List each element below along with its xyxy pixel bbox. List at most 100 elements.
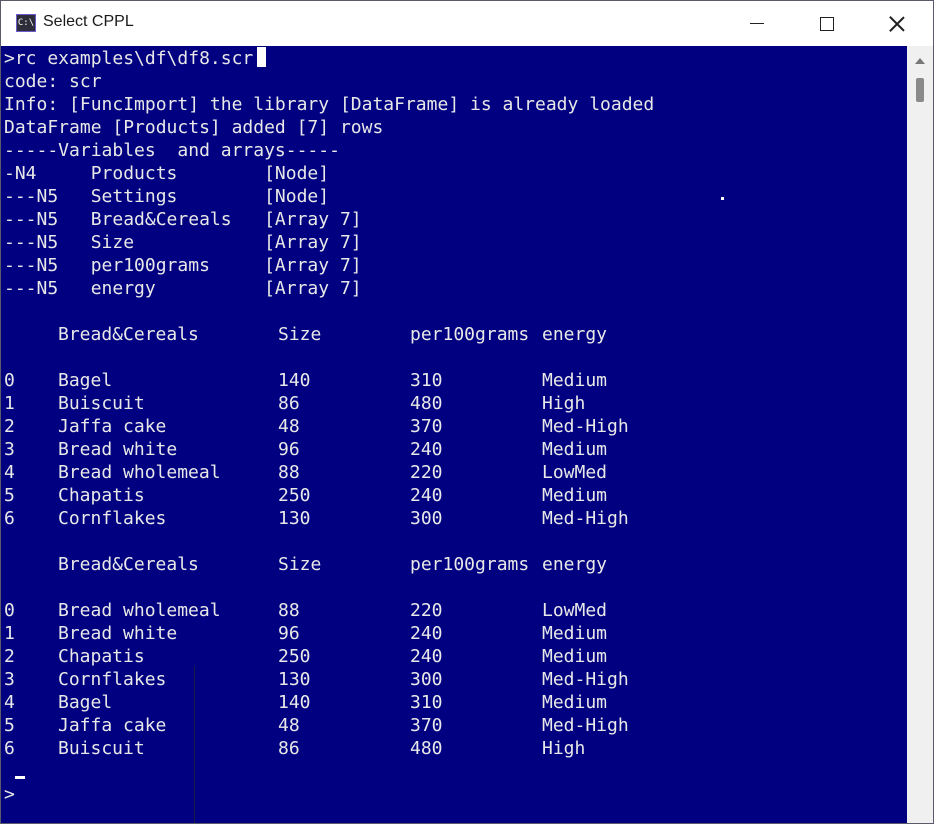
input-cursor — [15, 776, 25, 779]
table-cell: Bread wholemeal — [58, 600, 221, 621]
console-line: ---N5 per100grams [Array 7] — [4, 255, 362, 276]
table-cell: Cornflakes — [58, 508, 167, 529]
column-header: per100grams — [410, 324, 530, 345]
table-cell: 140 — [278, 370, 311, 391]
console-output[interactable]: >rc examples\df\df8.scr > code: scr Info:… — [1, 46, 907, 823]
table-cell: High — [542, 738, 586, 759]
table-cell: 2 — [4, 646, 15, 667]
close-button[interactable] — [862, 1, 932, 46]
table-cell: 220 — [410, 462, 443, 483]
console-app-icon: C:\ — [16, 14, 36, 32]
table-cell: 5 — [4, 715, 15, 736]
table-cell: Medium — [542, 623, 608, 644]
table-cell: 4 — [4, 462, 15, 483]
console-line: code: scr — [4, 71, 102, 92]
table-cell: Bread white — [58, 623, 178, 644]
table-cell: 480 — [410, 393, 443, 414]
table-cell: Chapatis — [58, 485, 145, 506]
close-icon — [889, 16, 905, 32]
table-cell: 5 — [4, 485, 15, 506]
final-prompt: > — [4, 784, 15, 805]
table-cell: 4 — [4, 692, 15, 713]
background-artifact-line — [194, 666, 195, 823]
table-cell: 48 — [278, 715, 300, 736]
console-line: ---N5 energy [Array 7] — [4, 278, 362, 299]
table-cell: Cornflakes — [58, 669, 167, 690]
table-cell: Medium — [542, 692, 608, 713]
table-cell: Chapatis — [58, 646, 145, 667]
table-cell: 300 — [410, 508, 443, 529]
console-line: -N4 Products [Node] — [4, 163, 330, 184]
column-header: Bread&Cereals — [58, 324, 199, 345]
column-header: energy — [542, 324, 608, 345]
console-line: ---N5 Settings [Node] — [4, 186, 330, 207]
arrow-up-icon — [915, 58, 925, 64]
table-cell: LowMed — [542, 600, 608, 621]
column-header: Size — [278, 554, 322, 575]
table-cell: 250 — [278, 485, 311, 506]
table-cell: 240 — [410, 623, 443, 644]
table-cell: Jaffa cake — [58, 416, 167, 437]
console-line: -----Variables and arrays----- — [4, 140, 340, 161]
text-cursor — [257, 47, 267, 67]
table-cell: LowMed — [542, 462, 608, 483]
table-cell: 0 — [4, 370, 15, 391]
column-header: per100grams — [410, 554, 530, 575]
table-cell: 240 — [410, 485, 443, 506]
table-cell: 88 — [278, 462, 300, 483]
table-cell: Bread white — [58, 439, 178, 460]
vertical-scrollbar[interactable] — [907, 46, 933, 823]
table-cell: Med-High — [542, 715, 629, 736]
table-cell: Medium — [542, 370, 608, 391]
column-header: energy — [542, 554, 608, 575]
table-cell: Medium — [542, 439, 608, 460]
scroll-thumb[interactable] — [916, 78, 924, 102]
table-cell: Med-High — [542, 416, 629, 437]
table-cell: 88 — [278, 600, 300, 621]
table-cell: 480 — [410, 738, 443, 759]
table-cell: 0 — [4, 600, 15, 621]
table-cell: Med-High — [542, 669, 629, 690]
table-cell: 6 — [4, 738, 15, 759]
scroll-up-button[interactable] — [907, 54, 933, 68]
table-cell: Med-High — [542, 508, 629, 529]
command-line: >rc examples\df\df8.scr — [4, 47, 267, 70]
console-line: Info: [FuncImport] the library [DataFram… — [4, 94, 655, 115]
table-cell: 140 — [278, 692, 311, 713]
table-cell: Buiscuit — [58, 738, 145, 759]
console-line: ---N5 Bread&Cereals [Array 7] — [4, 209, 362, 230]
table-cell: 240 — [410, 439, 443, 460]
table-cell: Jaffa cake — [58, 715, 167, 736]
minimize-button[interactable] — [722, 1, 792, 46]
table-cell: 6 — [4, 508, 15, 529]
command-text: >rc examples\df\df8.scr — [4, 48, 254, 69]
title-bar[interactable]: C:\ Select CPPL — [1, 1, 933, 46]
table-cell: 86 — [278, 738, 300, 759]
table-cell: 250 — [278, 646, 311, 667]
table-cell: 370 — [410, 416, 443, 437]
column-header: Bread&Cereals — [58, 554, 199, 575]
table-cell: 2 — [4, 416, 15, 437]
table-cell: 96 — [278, 439, 300, 460]
column-header: Size — [278, 324, 322, 345]
table-cell: Bread wholemeal — [58, 462, 221, 483]
table-cell: 3 — [4, 669, 15, 690]
table-cell: 96 — [278, 623, 300, 644]
table-cell: 1 — [4, 393, 15, 414]
table-cell: 300 — [410, 669, 443, 690]
table-cell: 130 — [278, 508, 311, 529]
table-cell: 240 — [410, 646, 443, 667]
table-cell: High — [542, 393, 586, 414]
table-cell: 310 — [410, 692, 443, 713]
table-cell: Bagel — [58, 692, 113, 713]
table-cell: Buiscuit — [58, 393, 145, 414]
table-cell: Bagel — [58, 370, 113, 391]
window-title: Select CPPL — [43, 13, 134, 30]
maximize-button[interactable] — [792, 1, 862, 46]
table-cell: 86 — [278, 393, 300, 414]
table-cell: 3 — [4, 439, 15, 460]
table-cell: 48 — [278, 416, 300, 437]
table-cell: 1 — [4, 623, 15, 644]
table-cell: 310 — [410, 370, 443, 391]
stray-pixel — [721, 197, 724, 200]
